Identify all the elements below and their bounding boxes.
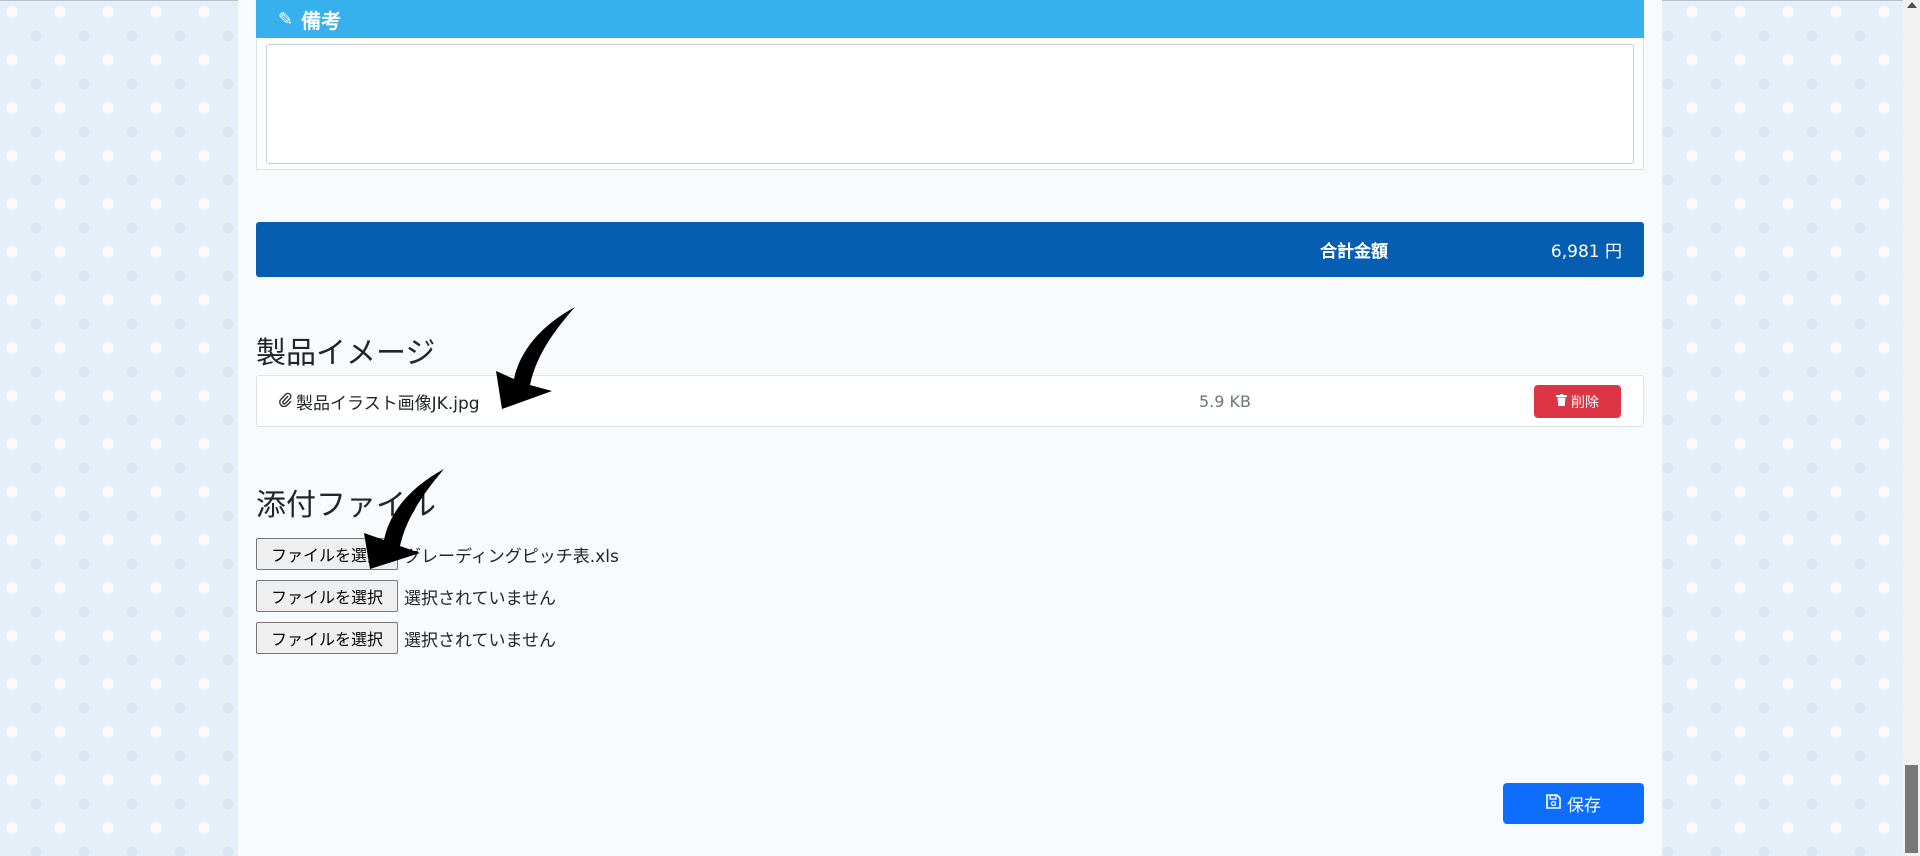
total-label: 合計金額 — [1320, 242, 1388, 262]
product-image-title: 製品イメージ — [256, 336, 436, 371]
remarks-panel — [256, 38, 1644, 170]
choose-file-button[interactable]: ファイルを選択 — [256, 622, 398, 654]
delete-button-label: 削除 — [1571, 394, 1599, 411]
paperclip-icon — [279, 392, 292, 411]
choose-file-button[interactable]: ファイルを選択 — [256, 538, 398, 570]
file-input-status: グレーディングピッチ表.xls — [404, 546, 619, 567]
attachments-title: 添付ファイル — [256, 488, 436, 523]
choose-file-button[interactable]: ファイルを選択 — [256, 580, 398, 612]
file-input-status: 選択されていません — [404, 588, 556, 609]
vertical-scrollbar[interactable] — [1903, 0, 1920, 856]
product-image-file[interactable]: 製品イラスト画像JK.jpg — [279, 376, 480, 426]
product-image-filename: 製品イラスト画像JK.jpg — [296, 393, 480, 414]
file-input-1: ファイルを選択 グレーディングピッチ表.xls — [256, 538, 619, 570]
file-input-status: 選択されていません — [404, 630, 556, 651]
save-button[interactable]: 保存 — [1503, 783, 1644, 824]
remarks-title: 備考 — [301, 8, 342, 33]
trash-icon — [1556, 393, 1567, 410]
product-image-size: 5.9 KB — [1199, 391, 1251, 411]
floppy-disk-icon — [1546, 793, 1561, 814]
remarks-textarea[interactable] — [266, 44, 1634, 164]
total-bar: 合計金額 6,981 円 — [256, 222, 1644, 277]
file-input-3: ファイルを選択 選択されていません — [256, 622, 556, 654]
delete-button[interactable]: 削除 — [1534, 385, 1621, 418]
save-button-label: 保存 — [1567, 796, 1601, 816]
total-value: 6,981 円 — [1550, 242, 1622, 262]
scrollbar-thumb[interactable] — [1905, 765, 1918, 853]
file-input-2: ファイルを選択 選択されていません — [256, 580, 556, 612]
scroll-up-icon[interactable] — [1907, 2, 1917, 8]
pencil-icon: ✎ — [278, 8, 294, 30]
product-image-row: 製品イラスト画像JK.jpg 5.9 KB 削除 — [256, 375, 1644, 427]
remarks-header: ✎ 備考 — [256, 0, 1644, 38]
